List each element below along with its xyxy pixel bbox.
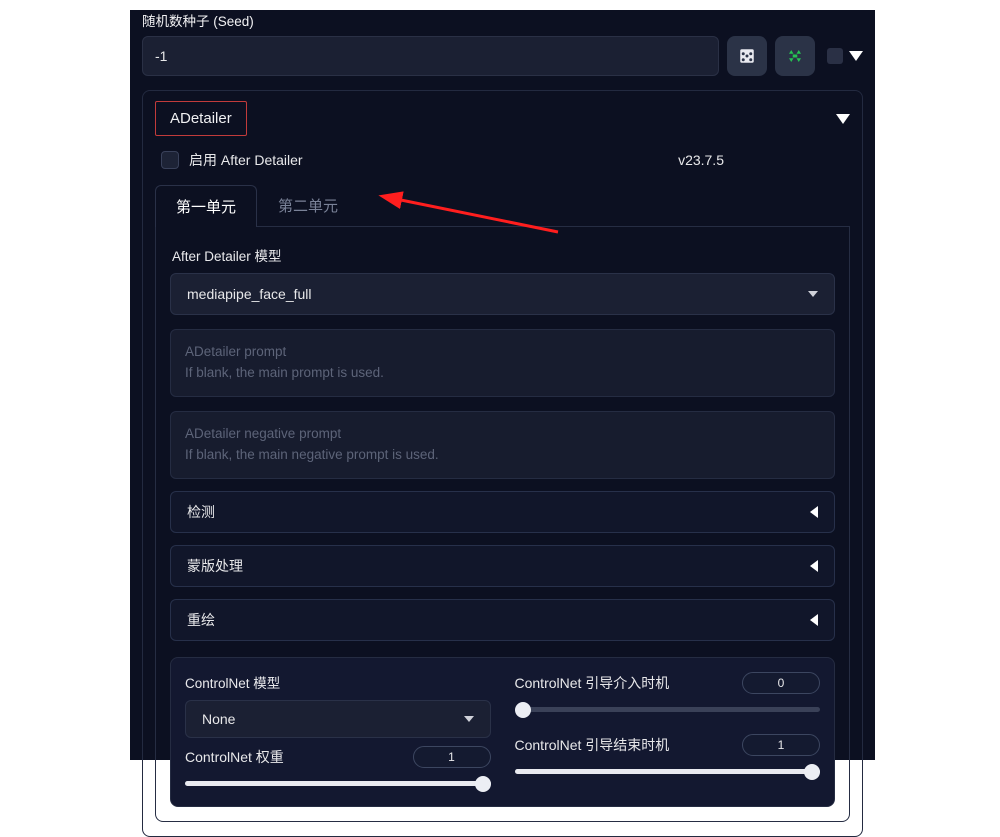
adetailer-prompt-input[interactable]: ADetailer prompt If blank, the main prom… <box>170 329 835 397</box>
collapse-icon[interactable] <box>836 114 850 124</box>
adetailer-version: v23.7.5 <box>678 152 724 168</box>
accordion-inpaint-label: 重绘 <box>187 610 215 630</box>
adetailer-model-dropdown[interactable]: mediapipe_face_full <box>170 273 835 315</box>
unit-tabs: 第一单元 第二单元 <box>155 184 850 227</box>
chevron-down-icon <box>808 291 818 297</box>
dice-icon <box>738 47 756 65</box>
placeholder-text: ADetailer negative prompt If blank, the … <box>185 424 820 466</box>
enable-adetailer-label: 启用 After Detailer <box>189 150 303 170</box>
chevron-down-icon <box>464 716 474 722</box>
cn-weight-slider[interactable] <box>185 776 491 792</box>
cn-end-slider[interactable] <box>515 764 821 780</box>
cn-start-slider[interactable] <box>515 702 821 718</box>
cn-weight-label: ControlNet 权重 <box>185 747 284 767</box>
placeholder-text: ADetailer prompt If blank, the main prom… <box>185 342 820 384</box>
cn-model-label: ControlNet 模型 <box>185 672 491 692</box>
adetailer-model-value: mediapipe_face_full <box>187 286 312 302</box>
expand-icon[interactable] <box>849 51 863 61</box>
settings-panel: 随机数种子 (Seed) ADetailer <box>130 10 875 760</box>
cn-end-label: ControlNet 引导结束时机 <box>515 735 670 755</box>
recycle-icon <box>786 47 804 65</box>
cn-model-value: None <box>202 711 235 727</box>
chevron-left-icon <box>810 506 818 518</box>
chevron-left-icon <box>810 560 818 572</box>
cn-model-dropdown[interactable]: None <box>185 700 491 738</box>
seed-reuse-button[interactable] <box>775 36 815 76</box>
model-label: After Detailer 模型 <box>172 245 835 265</box>
enable-adetailer-checkbox[interactable] <box>161 151 179 169</box>
seed-label: 随机数种子 (Seed) <box>142 10 863 30</box>
accordion-detect-label: 检测 <box>187 502 215 522</box>
accordion-mask[interactable]: 蒙版处理 <box>170 545 835 587</box>
seed-extra-checkbox[interactable] <box>827 48 843 64</box>
seed-random-button[interactable] <box>727 36 767 76</box>
cn-start-label: ControlNet 引导介入时机 <box>515 673 670 693</box>
seed-input[interactable] <box>142 36 719 76</box>
controlnet-block: ControlNet 模型 None ControlNet 权重 1 <box>170 657 835 807</box>
accordion-mask-label: 蒙版处理 <box>187 556 243 576</box>
cn-end-value[interactable]: 1 <box>742 734 820 756</box>
cn-weight-value[interactable]: 1 <box>413 746 491 768</box>
accordion-detect[interactable]: 检测 <box>170 491 835 533</box>
adetailer-title[interactable]: ADetailer <box>155 101 247 136</box>
tab-unit-1[interactable]: 第一单元 <box>155 185 257 227</box>
cn-start-value[interactable]: 0 <box>742 672 820 694</box>
chevron-left-icon <box>810 614 818 626</box>
adetailer-section: ADetailer 启用 After Detailer v23.7.5 第一单元… <box>142 90 863 837</box>
tab-unit-2[interactable]: 第二单元 <box>257 184 359 226</box>
adetailer-neg-prompt-input[interactable]: ADetailer negative prompt If blank, the … <box>170 411 835 479</box>
unit-content: After Detailer 模型 mediapipe_face_full AD… <box>155 227 850 822</box>
accordion-inpaint[interactable]: 重绘 <box>170 599 835 641</box>
